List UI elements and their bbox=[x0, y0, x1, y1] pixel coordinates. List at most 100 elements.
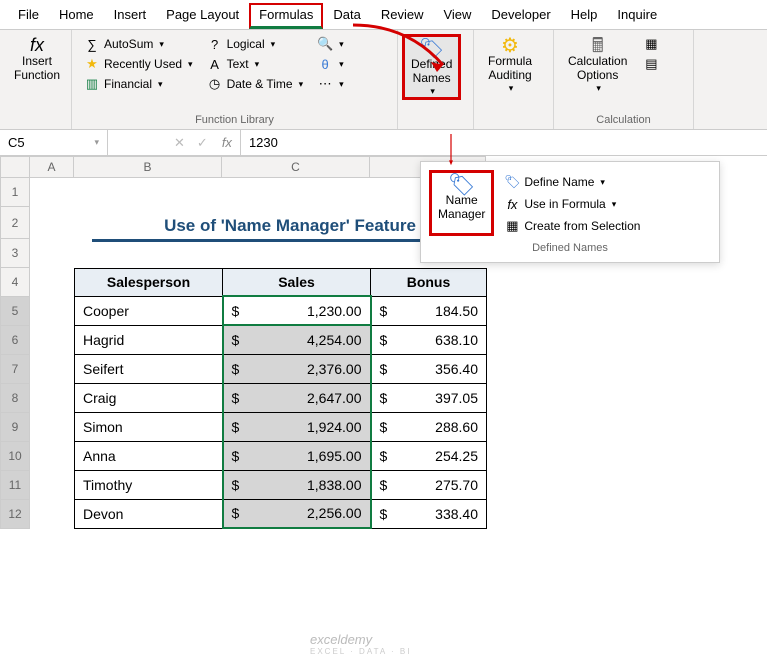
cell-salesperson[interactable]: Seifert bbox=[75, 354, 223, 383]
clock-icon: ◷ bbox=[207, 76, 223, 92]
chevron-down-icon: ▾ bbox=[339, 59, 344, 70]
chevron-down-icon: ▾ bbox=[339, 79, 344, 90]
chevron-down-icon: ▾ bbox=[159, 39, 164, 50]
text-button[interactable]: AText▾ bbox=[203, 54, 308, 74]
watermark: exceldemy EXCEL · DATA · BI bbox=[310, 632, 411, 656]
cell-salesperson[interactable]: Craig bbox=[75, 383, 223, 412]
star-icon: ★ bbox=[84, 56, 100, 72]
row-header[interactable]: 11 bbox=[0, 471, 30, 500]
tag-manager-icon: 🏷 bbox=[454, 177, 470, 193]
fx-icon[interactable]: fx bbox=[214, 135, 240, 150]
cell-sales[interactable]: $4,254.00 bbox=[223, 325, 371, 354]
tab-insert[interactable]: Insert bbox=[104, 3, 157, 29]
cell-sales[interactable]: $2,647.00 bbox=[223, 383, 371, 412]
cell-salesperson[interactable]: Simon bbox=[75, 412, 223, 441]
column-header-cell: Sales bbox=[223, 269, 371, 297]
cell-sales[interactable]: $1,924.00 bbox=[223, 412, 371, 441]
tab-help[interactable]: Help bbox=[561, 3, 608, 29]
calculation-options-button[interactable]: 🖩 Calculation Options▾ bbox=[562, 34, 633, 94]
cell-bonus[interactable]: $338.40 bbox=[371, 499, 487, 528]
row-header[interactable]: 7 bbox=[0, 355, 30, 384]
tab-formulas[interactable]: Formulas bbox=[249, 3, 323, 29]
cell-bonus[interactable]: $288.60 bbox=[371, 412, 487, 441]
tab-review[interactable]: Review bbox=[371, 3, 434, 29]
cell-bonus[interactable]: $275.70 bbox=[371, 470, 487, 499]
lookup-icon: 🔍 bbox=[317, 36, 333, 52]
use-in-formula-button[interactable]: fxUse in Formula▾ bbox=[500, 194, 644, 214]
defined-names-button[interactable]: 🏷 Defined Names▾ bbox=[402, 34, 461, 100]
defined-names-label: Defined Names bbox=[411, 57, 452, 86]
row-header[interactable]: 10 bbox=[0, 442, 30, 471]
name-manager-button[interactable]: 🏷 Name Manager bbox=[429, 170, 494, 236]
tab-home[interactable]: Home bbox=[49, 3, 104, 29]
column-header[interactable]: A bbox=[30, 156, 74, 178]
create-from-selection-button[interactable]: ▦Create from Selection bbox=[500, 216, 644, 236]
more-functions-button[interactable]: ⋯▾ bbox=[313, 74, 348, 94]
cell-bonus[interactable]: $356.40 bbox=[371, 354, 487, 383]
cell-bonus[interactable]: $254.25 bbox=[371, 441, 487, 470]
table-row: Devon$2,256.00$338.40 bbox=[75, 499, 487, 528]
cell-bonus[interactable]: $638.10 bbox=[371, 325, 487, 354]
insert-function-button[interactable]: fx Insert Function bbox=[8, 34, 66, 83]
tab-developer[interactable]: Developer bbox=[481, 3, 560, 29]
autosum-button[interactable]: ∑AutoSum▾ bbox=[80, 34, 197, 54]
sheet-icon: ▦ bbox=[643, 36, 659, 52]
financial-button[interactable]: ▥Financial▾ bbox=[80, 74, 197, 94]
cell-sales[interactable]: $2,376.00 bbox=[223, 354, 371, 383]
tab-page-layout[interactable]: Page Layout bbox=[156, 3, 249, 29]
cell-salesperson[interactable]: Hagrid bbox=[75, 325, 223, 354]
column-header[interactable]: B bbox=[74, 156, 222, 178]
calc-sheet-button[interactable]: ▤ bbox=[639, 54, 663, 74]
tab-data[interactable]: Data bbox=[323, 3, 370, 29]
row-header[interactable]: 4 bbox=[0, 268, 30, 297]
cell-salesperson[interactable]: Devon bbox=[75, 499, 223, 528]
auditing-icon: ⚙ bbox=[502, 38, 518, 54]
cell-bonus[interactable]: $397.05 bbox=[371, 383, 487, 412]
cell-sales[interactable]: $1,695.00 bbox=[223, 441, 371, 470]
calc-now-button[interactable]: ▦ bbox=[639, 34, 663, 54]
tab-view[interactable]: View bbox=[433, 3, 481, 29]
sigma-icon: ∑ bbox=[84, 36, 100, 52]
chevron-down-icon: ▾ bbox=[430, 86, 435, 97]
row-header[interactable]: 12 bbox=[0, 500, 30, 529]
defined-names-dropdown: 🏷 Name Manager 🏷Define Name▾ fxUse in Fo… bbox=[420, 161, 720, 263]
lookup-button[interactable]: 🔍▾ bbox=[313, 34, 348, 54]
recently-used-button[interactable]: ★Recently Used▾ bbox=[80, 54, 197, 74]
date-time-button[interactable]: ◷Date & Time▾ bbox=[203, 74, 308, 94]
chevron-down-icon: ▾ bbox=[509, 83, 514, 94]
calculation-group-label: Calculation bbox=[562, 112, 685, 129]
table-row: Simon$1,924.00$288.60 bbox=[75, 412, 487, 441]
formula-auditing-button[interactable]: ⚙ Formula Auditing▾ bbox=[482, 34, 538, 94]
row-header[interactable]: 5 bbox=[0, 297, 30, 326]
cell-salesperson[interactable]: Cooper bbox=[75, 296, 223, 325]
row-header[interactable]: 8 bbox=[0, 384, 30, 413]
define-name-button[interactable]: 🏷Define Name▾ bbox=[500, 172, 644, 192]
logical-button[interactable]: ?Logical▾ bbox=[203, 34, 308, 54]
cell-salesperson[interactable]: Anna bbox=[75, 441, 223, 470]
tab-file[interactable]: File bbox=[8, 3, 49, 29]
name-box[interactable]: C5▾ bbox=[0, 130, 108, 155]
logical-icon: ? bbox=[207, 36, 223, 52]
select-all-button[interactable] bbox=[0, 156, 30, 178]
formula-bar-input[interactable]: 1230 bbox=[240, 130, 330, 155]
tag-icon: 🏷 bbox=[504, 174, 520, 190]
row-header[interactable]: 2 bbox=[0, 207, 30, 239]
tab-inquire[interactable]: Inquire bbox=[607, 3, 667, 29]
cell-salesperson[interactable]: Timothy bbox=[75, 470, 223, 499]
math-button[interactable]: θ▾ bbox=[313, 54, 348, 74]
defined-names-group-label: Defined Names bbox=[429, 236, 711, 254]
cell-sales[interactable]: $1,838.00 bbox=[223, 470, 371, 499]
cell-sales[interactable]: $2,256.00 bbox=[223, 499, 371, 528]
row-header[interactable]: 9 bbox=[0, 413, 30, 442]
cell-bonus[interactable]: $184.50 bbox=[371, 296, 487, 325]
column-header[interactable]: C bbox=[222, 156, 370, 178]
row-header[interactable]: 3 bbox=[0, 239, 30, 268]
row-header[interactable]: 1 bbox=[0, 178, 30, 207]
table-row: Seifert$2,376.00$356.40 bbox=[75, 354, 487, 383]
chevron-down-icon: ▾ bbox=[339, 39, 344, 50]
row-header[interactable]: 6 bbox=[0, 326, 30, 355]
selection-icon: ▦ bbox=[504, 218, 520, 234]
cancel-icon[interactable]: ✕ bbox=[168, 135, 191, 151]
enter-icon[interactable]: ✓ bbox=[191, 135, 214, 151]
cell-sales[interactable]: $1,230.00 bbox=[223, 296, 371, 325]
